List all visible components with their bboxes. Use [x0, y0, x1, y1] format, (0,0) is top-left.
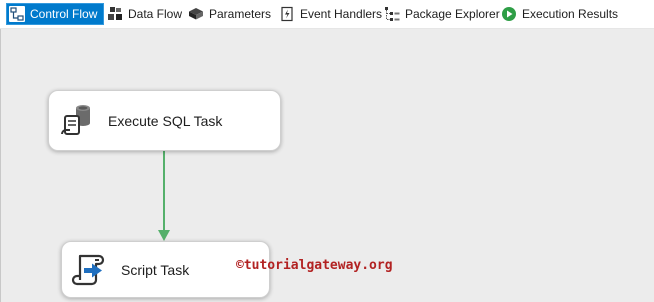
data-flow-icon [107, 6, 123, 22]
watermark-text: ©tutorialgateway.org [236, 258, 393, 273]
tab-data-flow[interactable]: Data Flow [105, 3, 184, 25]
parameters-icon [188, 6, 204, 22]
control-flow-design-surface[interactable]: Execute SQL Task Script Task ©tutorialga… [0, 29, 654, 302]
event-handlers-icon [279, 6, 295, 22]
ssis-package-designer: Control Flow Data Flow Parameters Event … [0, 0, 654, 302]
tab-control-flow[interactable]: Control Flow [6, 3, 105, 25]
tab-label: Data Flow [128, 7, 183, 21]
task-label: Script Task [121, 261, 190, 278]
tab-event-handlers[interactable]: Event Handlers [277, 3, 384, 25]
execute-sql-icon [56, 101, 96, 141]
tab-label: Event Handlers [300, 7, 383, 21]
designer-tab-bar: Control Flow Data Flow Parameters Event … [0, 0, 654, 29]
script-task-icon [69, 250, 109, 290]
tab-label: Execution Results [522, 7, 619, 21]
tab-label: Control Flow [30, 7, 98, 21]
control-flow-icon [9, 6, 25, 22]
tab-label: Parameters [209, 7, 272, 21]
tab-package-explorer[interactable]: Package Explorer [382, 3, 502, 25]
tab-execution-results[interactable]: Execution Results [499, 3, 620, 25]
tab-parameters[interactable]: Parameters [186, 3, 273, 25]
execute-sql-task[interactable]: Execute SQL Task [48, 90, 281, 151]
package-explorer-icon [384, 6, 400, 22]
tab-label: Package Explorer [405, 7, 500, 21]
task-label: Execute SQL Task [108, 112, 223, 129]
execution-results-icon [501, 6, 517, 22]
